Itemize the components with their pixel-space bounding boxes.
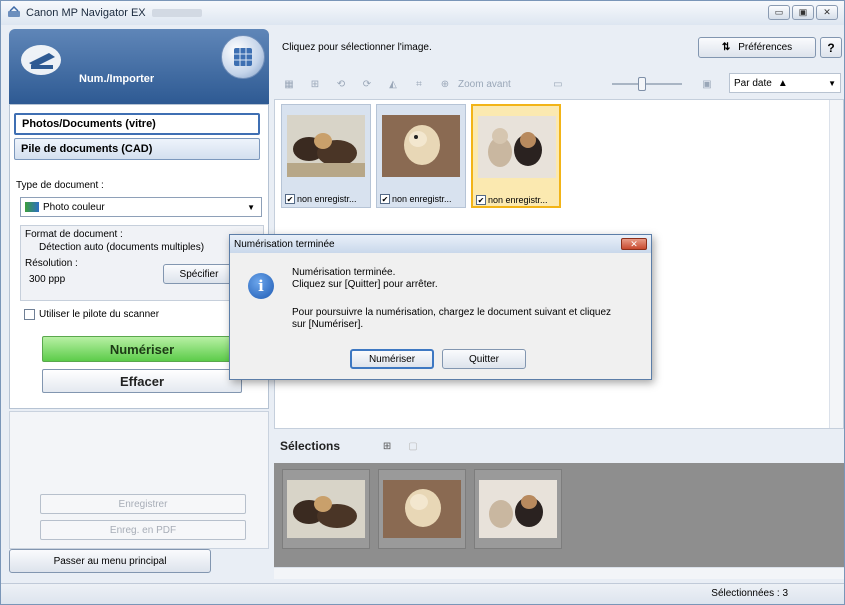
dialog-line-1: Numérisation terminée. — [292, 267, 396, 278]
preferences-button[interactable]: ⇅ Préférences — [698, 37, 816, 58]
caption-text: non enregistr... — [297, 194, 357, 204]
selections-tray — [274, 463, 844, 567]
maximize-button[interactable]: ▣ — [792, 5, 814, 20]
doc-type-select[interactable]: Photo couleur ▼ — [20, 197, 262, 217]
selected-count: Sélectionnées : 3 — [711, 588, 788, 599]
close-icon: ✕ — [630, 238, 638, 249]
source-platen-button[interactable]: Photos/Documents (vitre) — [14, 113, 260, 135]
crop-icon[interactable]: ⌗ — [408, 73, 430, 95]
sort-value: Par date — [734, 77, 772, 89]
use-driver-label: Utiliser le pilote du scanner — [39, 309, 160, 320]
dialog-quit-button[interactable]: Quitter — [442, 349, 526, 369]
preferences-icon: ⇅ — [721, 42, 731, 53]
dialog-title: Numérisation terminée — [234, 238, 335, 250]
mirror-icon[interactable]: ◭ — [382, 73, 404, 95]
output-panel: Enregistrer Enreg. en PDF — [9, 411, 269, 549]
selected-thumbnail-1[interactable] — [282, 469, 370, 549]
scan-import-header: Num./Importer — [9, 29, 269, 104]
resolution-label: Résolution : — [25, 258, 78, 269]
clear-button[interactable]: Effacer — [42, 369, 242, 393]
status-bar: Sélectionnées : 3 — [1, 583, 844, 604]
photo-puppy-teddy — [478, 116, 556, 178]
thumbnail-caption: ✔ non enregistr... — [380, 194, 452, 204]
use-driver-checkbox-row[interactable]: Utiliser le pilote du scanner — [24, 309, 159, 320]
scan-import-label: Num./Importer — [79, 73, 155, 85]
selected-thumbnail-3[interactable] — [474, 469, 562, 549]
zoom-in-icon[interactable]: ⊕ — [434, 73, 456, 95]
selected-thumbnail-2[interactable] — [378, 469, 466, 549]
chevron-down-icon: ▼ — [247, 203, 255, 212]
help-button[interactable]: ? — [820, 37, 842, 58]
chevron-down-icon: ▼ — [828, 78, 836, 88]
vertical-scrollbar[interactable] — [829, 100, 843, 428]
main-menu-globe-icon[interactable] — [221, 35, 265, 79]
dialog-close-button[interactable]: ✕ — [621, 238, 647, 250]
close-button[interactable]: ✕ — [816, 5, 838, 20]
title-blur — [151, 9, 202, 17]
save-button[interactable]: Enregistrer — [40, 494, 246, 514]
caption-text: non enregistr... — [488, 195, 548, 205]
scan-complete-dialog: Numérisation terminée ✕ i Numérisation t… — [229, 234, 652, 380]
view-single-icon[interactable]: ▦ — [278, 73, 300, 95]
dialog-title-bar: Numérisation terminée ✕ — [230, 235, 651, 253]
dialog-line-2: Cliquez sur [Quitter] pour arrêter. — [292, 279, 438, 290]
app-logo-icon — [7, 6, 21, 20]
selection-single-icon[interactable]: ▢ — [402, 435, 424, 457]
view-grid-icon[interactable]: ⊞ — [304, 73, 326, 95]
color-photo-icon — [25, 202, 39, 212]
resolution-value: 300 ppp — [29, 274, 66, 285]
minimize-button[interactable]: ▭ — [768, 5, 790, 20]
save-pdf-button[interactable]: Enreg. en PDF — [40, 520, 246, 540]
window-title: Canon MP Navigator EX — [26, 7, 146, 19]
thumb-size-slider-track[interactable] — [612, 83, 682, 85]
photo-labrador — [382, 115, 460, 177]
sort-ascending-icon: ▲ — [777, 77, 788, 89]
small-thumb-icon: ▭ — [553, 78, 563, 90]
photo-labrador — [383, 480, 461, 538]
thumbnail-3[interactable]: ✔ non enregistr... — [471, 104, 561, 208]
selections-bar: Sélections ⊞ ▢ — [274, 429, 844, 463]
photo-puppy-teddy — [479, 480, 557, 538]
horizontal-scrollbar[interactable] — [274, 567, 844, 579]
checkbox-checked[interactable]: ✔ — [476, 195, 486, 205]
thumbnail-2[interactable]: ✔ non enregistr... — [376, 104, 466, 208]
use-driver-checkbox[interactable] — [24, 309, 35, 320]
dialog-scan-button[interactable]: Numériser — [350, 349, 434, 369]
checkbox-checked[interactable]: ✔ — [285, 194, 295, 204]
photo-dogs-group — [287, 480, 365, 538]
specify-button[interactable]: Spécifier — [163, 264, 235, 284]
scanner-icon — [21, 45, 61, 75]
preferences-label: Préférences — [738, 42, 793, 53]
doc-format-value: Détection auto (documents multiples) — [39, 242, 205, 253]
selection-grid-icon[interactable]: ⊞ — [376, 435, 398, 457]
checkbox-checked[interactable]: ✔ — [380, 194, 390, 204]
dialog-line-4: sur [Numériser]. — [292, 319, 364, 330]
format-info-box: Format de document : Détection auto (doc… — [20, 225, 264, 301]
doc-format-label: Format de document : — [25, 229, 123, 240]
scan-button[interactable]: Numériser — [42, 336, 242, 362]
dialog-line-3: Pour poursuivre la numérisation, chargez… — [292, 307, 612, 318]
rotate-left-icon[interactable]: ⟲ — [330, 73, 352, 95]
select-image-hint: Cliquez pour sélectionner l'image. — [282, 42, 432, 53]
doc-type-value: Photo couleur — [43, 201, 105, 213]
thumbnail-1[interactable]: ✔ non enregistr... — [281, 104, 371, 208]
zoom-in-label: Zoom avant — [458, 78, 511, 90]
photo-dogs-group — [287, 115, 365, 177]
thumbnail-caption: ✔ non enregistr... — [285, 194, 357, 204]
rotate-right-icon[interactable]: ⟳ — [356, 73, 378, 95]
caption-text: non enregistr... — [392, 194, 452, 204]
thumbnail-caption: ✔ non enregistr... — [476, 195, 548, 205]
source-adf-button[interactable]: Pile de documents (CAD) — [14, 138, 260, 160]
title-bar: Canon MP Navigator EX ▭ ▣ ✕ — [1, 1, 844, 25]
doc-type-label: Type de document : — [16, 180, 104, 191]
app-window: Canon MP Navigator EX ▭ ▣ ✕ Num./Importe… — [0, 0, 845, 605]
sort-select[interactable]: Par date ▲ ▼ — [729, 73, 841, 93]
info-icon: i — [248, 273, 274, 299]
right-header: Cliquez pour sélectionner l'image. ⇅ Pré… — [274, 29, 844, 69]
thumb-size-slider-handle[interactable] — [638, 77, 646, 91]
selections-title: Sélections — [280, 439, 341, 453]
large-thumb-icon: ▣ — [702, 78, 712, 90]
main-menu-button[interactable]: Passer au menu principal — [9, 549, 211, 573]
